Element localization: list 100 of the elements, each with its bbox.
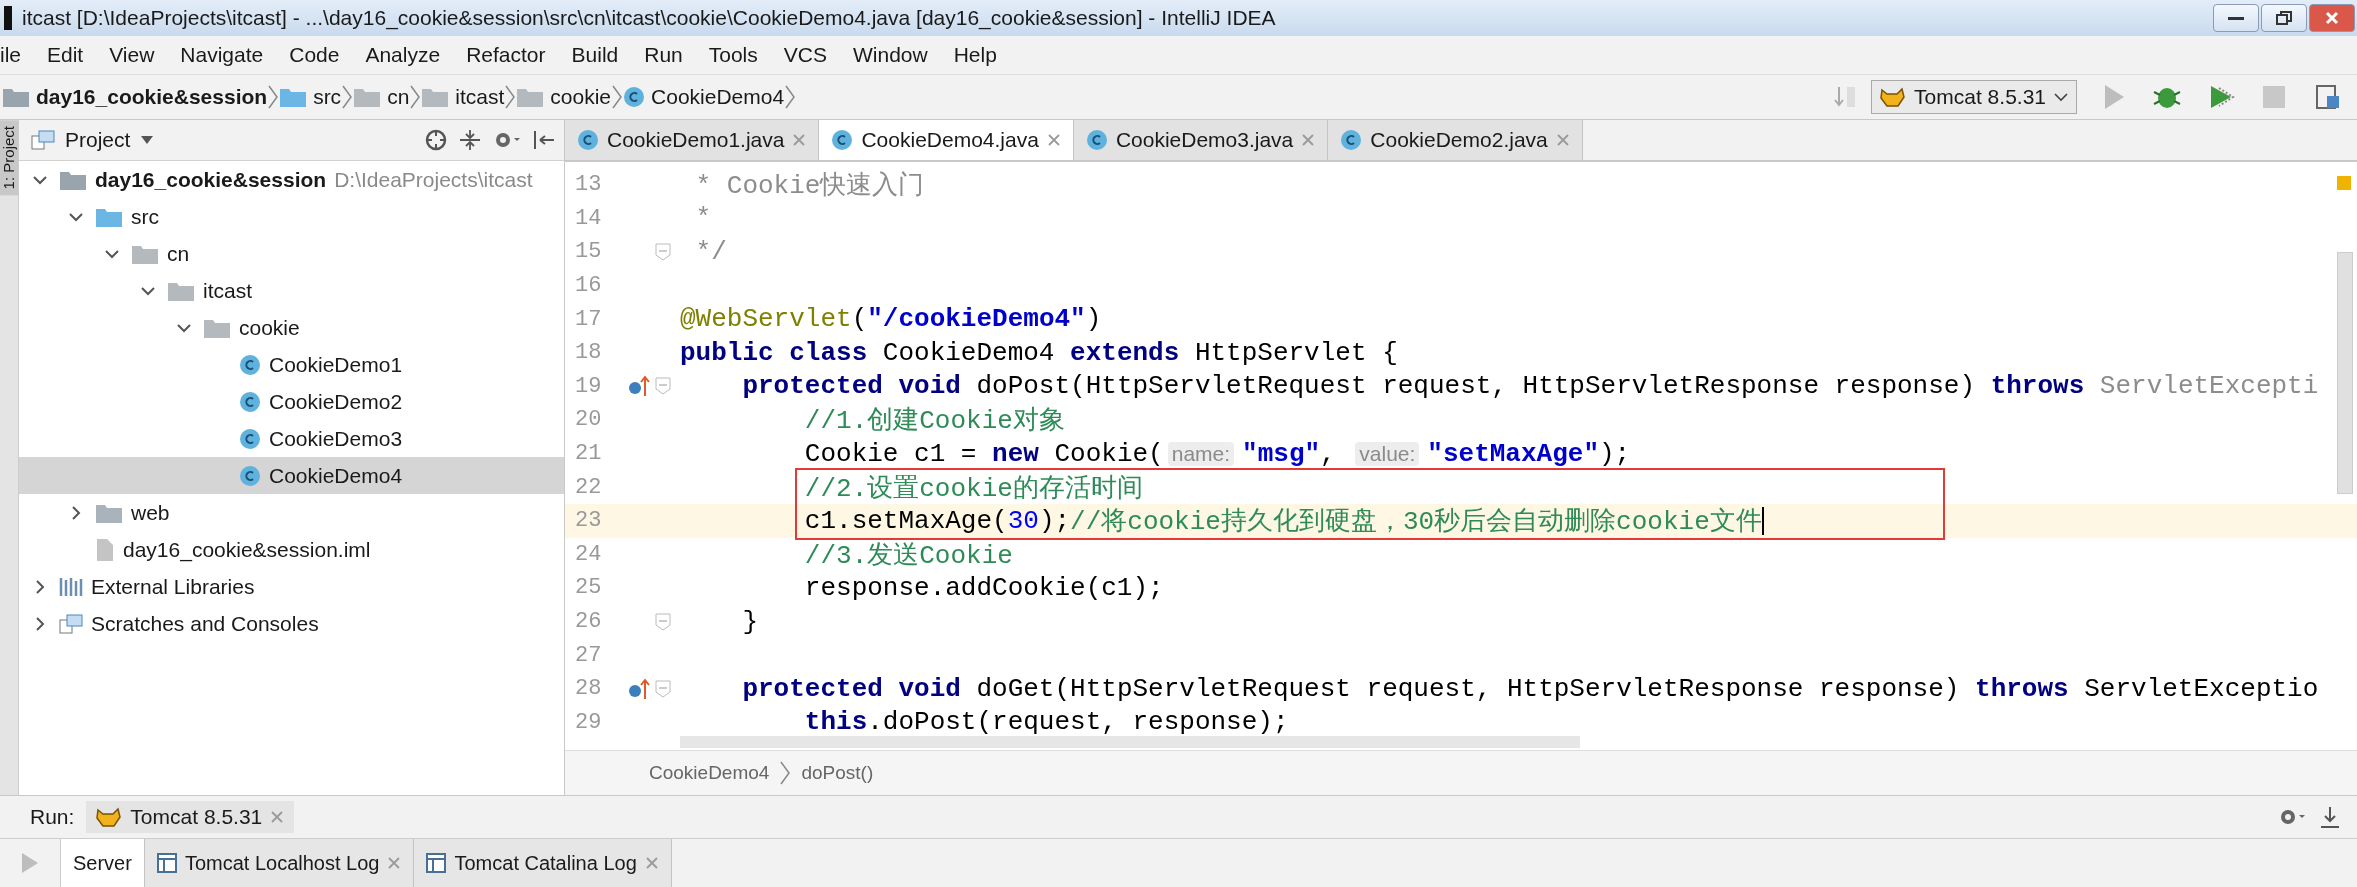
close-icon[interactable] [792, 133, 807, 147]
menu-item[interactable]: View [109, 43, 155, 67]
minimize-button[interactable] [2213, 4, 2259, 32]
tree-item[interactable]: External Libraries [19, 568, 564, 605]
crosshair-icon[interactable] [424, 128, 448, 152]
close-icon[interactable] [387, 856, 402, 870]
tree-item[interactable]: day16_cookie&session.iml [19, 531, 564, 568]
module-folder-icon [2, 86, 30, 108]
menu-item[interactable]: Build [571, 43, 619, 67]
line-number: 29 [574, 709, 603, 735]
hide-icon[interactable] [532, 128, 556, 152]
close-icon[interactable] [644, 856, 659, 870]
window-title: itcast [D:\IdeaProjects\itcast] - ...\day16_cookie&session\src\cn\itcast\cookie\CookieDemo4.java [day16_cookie&session] - IntelliJ IDEA [22, 6, 1277, 30]
breadcrumb-item[interactable]: doPost() [801, 762, 874, 784]
code-line: @WebServlet("/cookieDemo4") [680, 304, 1102, 335]
restore-button[interactable] [2261, 4, 2307, 32]
override-marker-icon[interactable] [627, 374, 651, 399]
code-line: c1.setMaxAge(30);//将cookie持久化到硬盘，30秒后会自动删除cookie文件 [803, 504, 1764, 539]
collapse-icon[interactable] [458, 128, 482, 152]
class-icon [239, 390, 261, 413]
breadcrumb-item[interactable]: cn [353, 85, 410, 109]
cat-icon [96, 806, 123, 828]
tree-item[interactable]: src [19, 198, 564, 235]
run-tab[interactable]: Tomcat 8.5.31 [86, 801, 295, 833]
caret-icon[interactable] [140, 135, 155, 145]
minimize-icon [2228, 15, 2244, 21]
line-number: 26 [574, 609, 603, 634]
menu-item[interactable]: Run [644, 43, 683, 67]
menu-item[interactable]: Tools [708, 43, 758, 67]
close-icon[interactable] [270, 810, 285, 824]
close-button[interactable] [2309, 4, 2355, 32]
editor-tab[interactable]: CookieDemo1.java [565, 120, 820, 160]
line-number: 13 [574, 172, 603, 198]
code-line: //3.发送Cookie [803, 539, 1013, 572]
tree-item[interactable]: CookieDemo2 [19, 383, 564, 420]
coverage-icon[interactable] [2209, 84, 2235, 110]
run-tab[interactable]: Tomcat Catalina Log [414, 839, 672, 887]
class-icon [831, 129, 854, 151]
line-number: 25 [574, 575, 603, 601]
tree-item[interactable]: CookieDemo1 [19, 346, 564, 383]
code-line: //1.创建Cookie对象 [803, 405, 1065, 438]
menu-item[interactable]: Edit [47, 43, 84, 67]
code-line: Cookie c1 = new Cookie( name: "msg", value: "setMaxAge"); [803, 438, 1631, 469]
editor-tab[interactable]: CookieDemo3.java [1073, 120, 1329, 160]
menu-item[interactable]: VCS [783, 43, 827, 67]
warning-marker[interactable] [2337, 176, 2351, 190]
breadcrumb-item[interactable]: CookieDemo4 [649, 762, 770, 784]
tree-item[interactable]: web [19, 494, 564, 531]
menu-item[interactable]: Window [853, 43, 928, 67]
override-marker-icon[interactable] [627, 676, 651, 701]
menu-item[interactable]: ile [0, 43, 21, 67]
editor-tab[interactable]: CookieDemo2.java [1328, 120, 1583, 160]
breadcrumb-item[interactable]: CookieDemo4 [623, 85, 785, 109]
menu-item[interactable]: Analyze [365, 43, 441, 67]
library-icon [59, 575, 83, 598]
class-icon [239, 353, 261, 376]
breadcrumb-item[interactable]: src [279, 85, 342, 109]
panel-title[interactable]: Project [65, 128, 131, 152]
tree-item[interactable]: day16_cookie&session D:\IdeaProjects\itcast [19, 161, 564, 198]
project-structure-icon[interactable] [2315, 84, 2341, 110]
class-icon [1340, 129, 1363, 151]
scrollbar[interactable] [680, 736, 1580, 748]
menu-item[interactable]: Navigate [180, 43, 264, 67]
line-number: 15 [574, 239, 603, 265]
code-line: * Cookie快速入门 [694, 170, 925, 203]
close-icon [2325, 11, 2339, 25]
line-number: 16 [574, 273, 603, 299]
close-icon[interactable] [1301, 133, 1316, 147]
breadcrumb-item[interactable]: cookie [516, 85, 612, 109]
chevron-right-icon [779, 760, 792, 786]
menu-item[interactable]: Code [289, 43, 340, 67]
chevron-right-icon [611, 84, 624, 110]
line-number: 27 [574, 642, 603, 668]
menu-item[interactable]: Refactor [466, 43, 546, 67]
folder-icon [353, 86, 382, 108]
class-icon [239, 427, 261, 450]
close-icon[interactable] [1046, 133, 1061, 147]
close-icon[interactable] [1555, 133, 1570, 147]
line-number: 21 [574, 441, 603, 467]
run-configuration-dropdown[interactable]: Tomcat 8.5.31 [1871, 80, 2077, 114]
tree-item[interactable]: CookieDemo4 [19, 457, 564, 494]
download-icon[interactable] [2319, 805, 2341, 829]
chevron-right-icon [341, 84, 354, 110]
run-tab[interactable]: Server [61, 839, 145, 887]
scrollbar[interactable] [2337, 252, 2353, 494]
tree-item[interactable]: itcast [19, 272, 564, 309]
tree-item[interactable]: CookieDemo3 [19, 420, 564, 457]
folder-icon [421, 86, 450, 108]
log-icon [426, 853, 447, 873]
run-tab[interactable]: Tomcat Localhost Log [144, 839, 415, 887]
tree-item[interactable]: cookie [19, 309, 564, 346]
breadcrumb-item[interactable]: itcast [421, 85, 505, 109]
tree-item[interactable]: cn [19, 235, 564, 272]
breadcrumb-item[interactable]: day16_cookie&session [2, 85, 268, 109]
editor-tab[interactable]: CookieDemo4.java [819, 120, 1074, 160]
menu-item[interactable]: Help [953, 43, 997, 67]
tree-item[interactable]: Scratches and Consoles [19, 605, 564, 642]
class-icon [239, 464, 261, 487]
code-line: * [694, 203, 712, 234]
project-tool-tab[interactable]: 1: Project [0, 120, 18, 196]
